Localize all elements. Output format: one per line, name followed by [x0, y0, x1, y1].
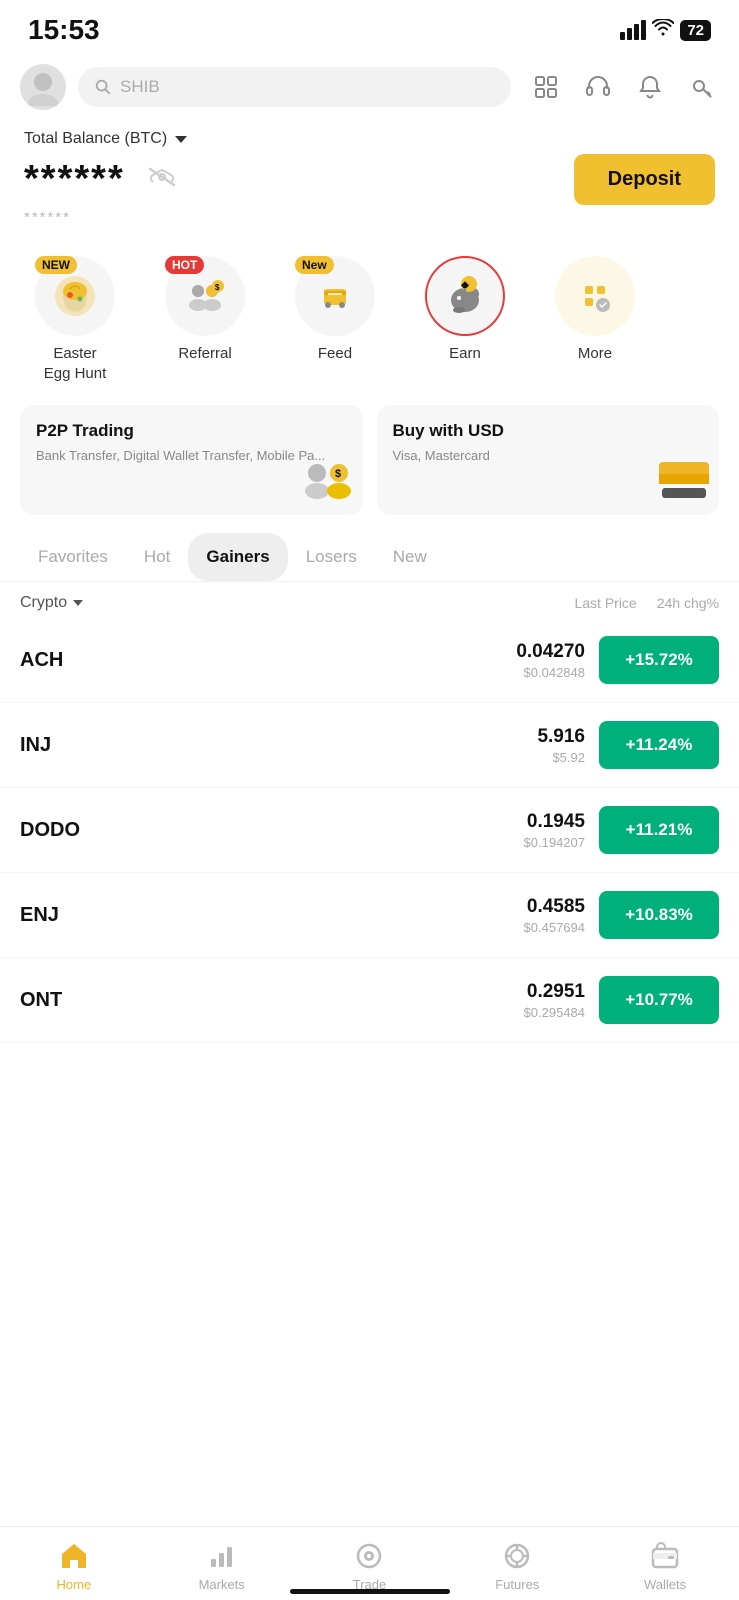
crypto-price-enj: 0.4585 $0.457694 [110, 896, 585, 935]
search-placeholder: SHIB [120, 77, 160, 97]
markets-icon [205, 1539, 239, 1573]
hide-balance-icon[interactable] [147, 166, 177, 194]
crypto-row-ach[interactable]: ACH 0.04270 $0.042848 +15.72% [0, 618, 739, 703]
crypto-price-ont: 0.2951 $0.295484 [110, 981, 585, 1020]
balance-row: ****** Deposit [24, 154, 715, 205]
balance-value: ****** [24, 158, 125, 201]
crypto-chevron-icon [73, 600, 83, 606]
crypto-symbol-ach: ACH [20, 649, 110, 672]
action-label-easter: EasterEgg Hunt [44, 344, 107, 383]
nav-markets[interactable]: Markets [182, 1539, 262, 1592]
badge-new: NEW [35, 256, 77, 274]
battery-icon: 72 [680, 20, 711, 41]
action-easter-egg-hunt[interactable]: NEW EasterEgg Hunt [10, 250, 140, 389]
change-header: 24h chg% [657, 595, 719, 611]
notification-icon[interactable] [633, 70, 667, 104]
badge-hot: HOT [165, 256, 204, 274]
change-badge-enj: +10.83% [599, 891, 719, 939]
balance-sub: ****** [24, 209, 715, 226]
tab-hot[interactable]: Hot [126, 533, 188, 581]
action-label-earn: Earn [449, 344, 481, 364]
crypto-row-enj[interactable]: ENJ 0.4585 $0.457694 +10.83% [0, 873, 739, 958]
tab-gainers[interactable]: Gainers [188, 533, 287, 581]
status-icons: 72 [620, 19, 711, 42]
header: SHIB [0, 54, 739, 120]
deposit-button[interactable]: Deposit [574, 154, 715, 205]
action-label-referral: Referral [178, 344, 231, 364]
p2p-trading-card[interactable]: P2P Trading Bank Transfer, Digital Walle… [20, 405, 363, 515]
col-headers: Last Price 24h chg% [574, 595, 719, 611]
fullscreen-icon[interactable] [529, 70, 563, 104]
wallets-icon [648, 1539, 682, 1573]
action-earn[interactable]: ◆ Earn [400, 250, 530, 389]
tab-favorites[interactable]: Favorites [20, 533, 126, 581]
action-more[interactable]: More [530, 250, 660, 389]
headset-icon[interactable] [581, 70, 615, 104]
header-icons [529, 70, 719, 104]
status-bar: 15:53 72 [0, 0, 739, 54]
svg-text:$: $ [215, 283, 220, 292]
balance-section: Total Balance (BTC) ****** Deposit *****… [0, 120, 739, 240]
p2p-title: P2P Trading [36, 421, 347, 441]
home-indicator [290, 1589, 450, 1594]
nav-trade[interactable]: Trade [329, 1539, 409, 1592]
change-badge-ont: +10.77% [599, 976, 719, 1024]
change-badge-inj: +11.24% [599, 721, 719, 769]
change-badge-dodo: +11.21% [599, 806, 719, 854]
crypto-filter[interactable]: Crypto [20, 594, 83, 612]
tab-losers[interactable]: Losers [288, 533, 375, 581]
crypto-symbol-inj: INJ [20, 734, 110, 757]
action-label-feed: Feed [318, 344, 352, 364]
buy-usd-icon [657, 453, 711, 507]
quick-actions: NEW EasterEgg Hunt HOT [0, 240, 739, 405]
nav-futures-label: Futures [495, 1577, 539, 1592]
buy-usd-title: Buy with USD [393, 421, 704, 441]
crypto-table: ACH 0.04270 $0.042848 +15.72% INJ 5.916 … [0, 618, 739, 1043]
signal-icon [620, 20, 646, 40]
nav-futures[interactable]: Futures [477, 1539, 557, 1592]
badge-new-feed: New [295, 256, 334, 274]
tab-new[interactable]: New [375, 533, 445, 581]
nav-wallets-label: Wallets [644, 1577, 686, 1592]
change-badge-ach: +15.72% [599, 636, 719, 684]
svg-text:$: $ [335, 468, 341, 480]
crypto-price-ach: 0.04270 $0.042848 [110, 641, 585, 680]
crypto-price-dodo: 0.1945 $0.194207 [110, 811, 585, 850]
crypto-row-dodo[interactable]: DODO 0.1945 $0.194207 +11.21% [0, 788, 739, 873]
futures-icon [500, 1539, 534, 1573]
crypto-symbol-dodo: DODO [20, 819, 110, 842]
action-label-more: More [578, 344, 612, 364]
nav-wallets[interactable]: Wallets [625, 1539, 705, 1592]
table-header: Crypto Last Price 24h chg% [0, 582, 739, 618]
last-price-header: Last Price [574, 595, 636, 611]
crypto-price-inj: 5.916 $5.92 [110, 726, 585, 765]
action-feed[interactable]: New Feed [270, 250, 400, 389]
search-icon [94, 78, 112, 96]
crypto-row-inj[interactable]: INJ 5.916 $5.92 +11.24% [0, 703, 739, 788]
buy-with-usd-card[interactable]: Buy with USD Visa, Mastercard [377, 405, 720, 515]
nav-home-label: Home [57, 1577, 92, 1592]
crypto-symbol-enj: ENJ [20, 904, 110, 927]
trade-icon [352, 1539, 386, 1573]
balance-label[interactable]: Total Balance (BTC) [24, 130, 715, 148]
nav-home[interactable]: Home [34, 1539, 114, 1592]
p2p-icon: $ [301, 453, 355, 507]
search-bar[interactable]: SHIB [78, 67, 511, 107]
crypto-symbol-ont: ONT [20, 989, 110, 1012]
wifi-icon [652, 19, 674, 42]
status-time: 15:53 [28, 14, 100, 46]
crypto-label-text: Crypto [20, 594, 67, 612]
nav-markets-label: Markets [199, 1577, 245, 1592]
balance-chevron-icon [175, 136, 187, 143]
avatar[interactable] [20, 64, 66, 110]
cards-row: P2P Trading Bank Transfer, Digital Walle… [0, 405, 739, 533]
crypto-row-ont[interactable]: ONT 0.2951 $0.295484 +10.77% [0, 958, 739, 1043]
key-icon[interactable] [685, 70, 719, 104]
market-tabs: Favorites Hot Gainers Losers New [0, 533, 739, 582]
home-icon [57, 1539, 91, 1573]
action-referral[interactable]: HOT $ Referral [140, 250, 270, 389]
